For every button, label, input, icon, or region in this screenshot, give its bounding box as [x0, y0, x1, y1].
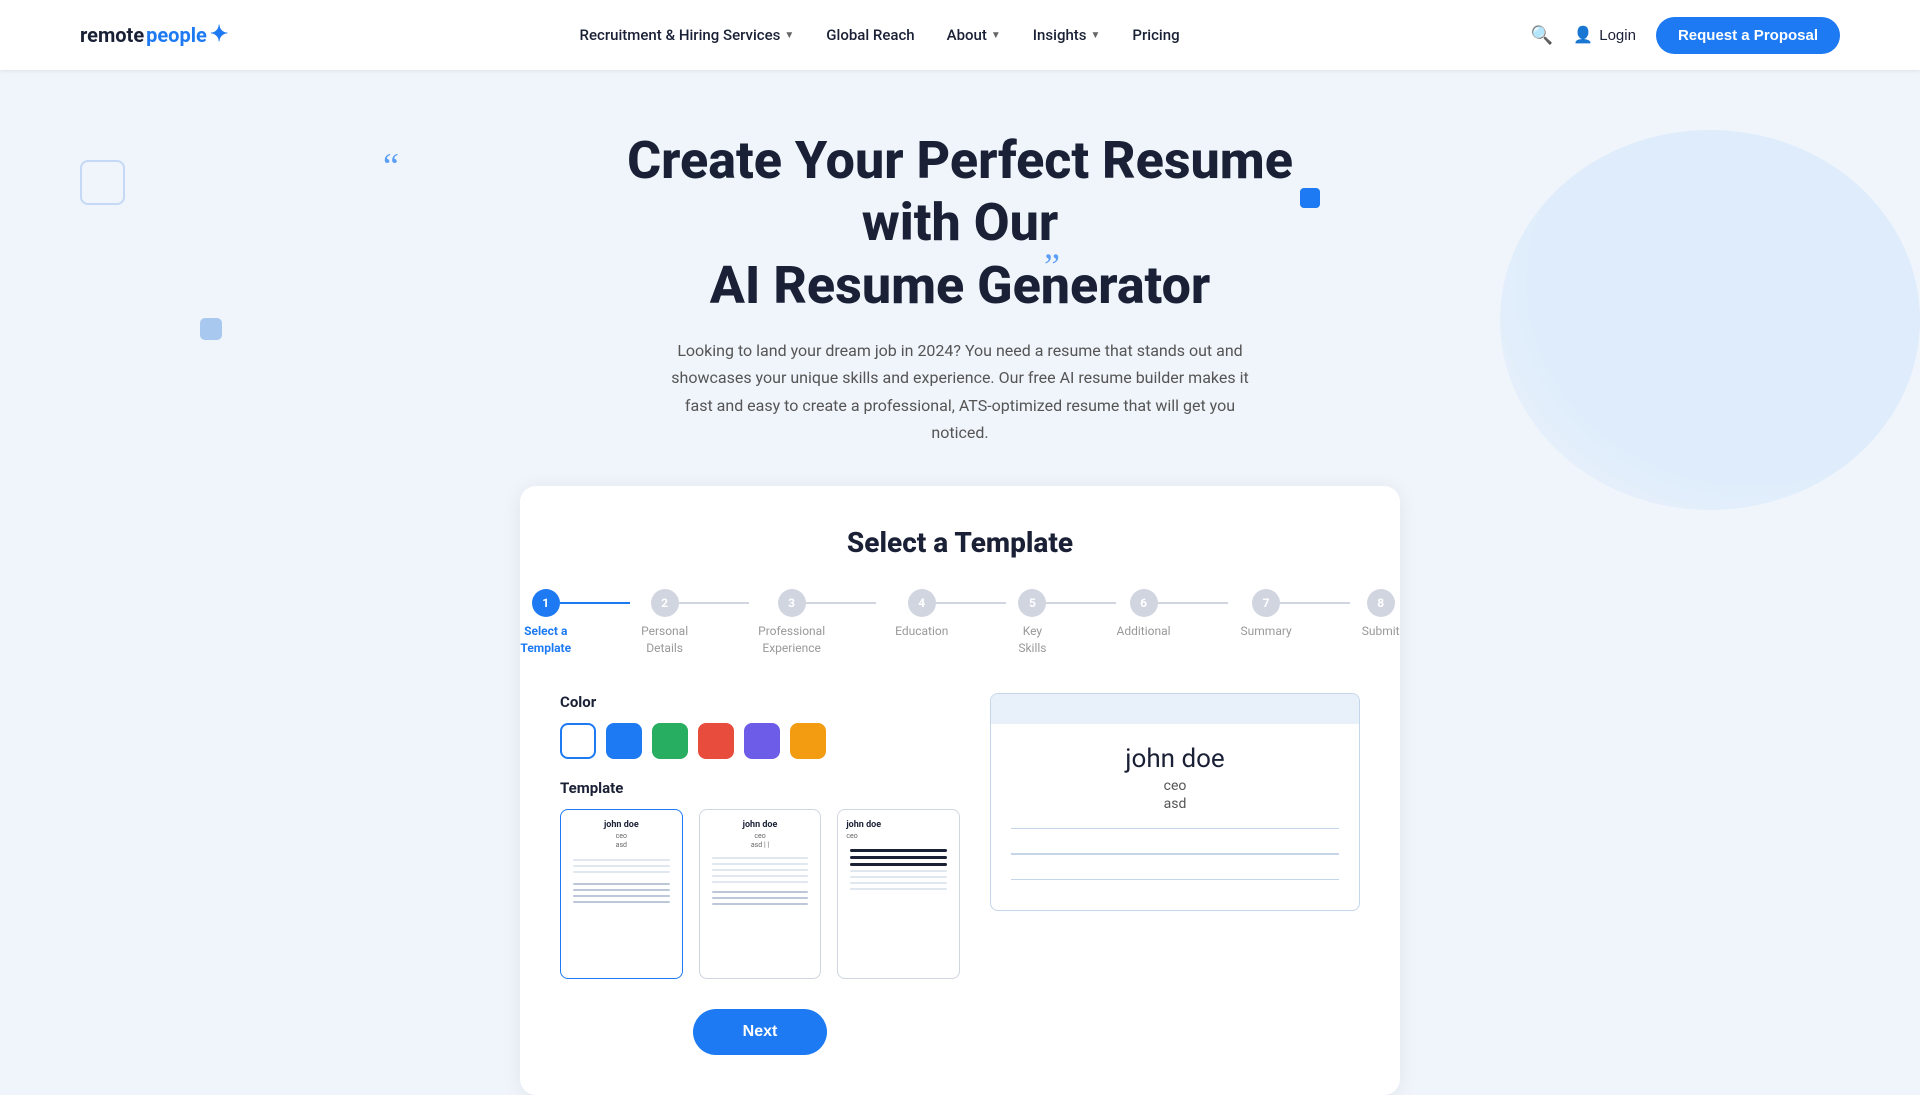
step-circle-5[interactable]: 5 — [1018, 589, 1046, 617]
nav-global[interactable]: Global Reach — [826, 26, 914, 44]
chevron-down-icon: ▼ — [1091, 30, 1101, 41]
step-circle-2[interactable]: 2 — [651, 589, 679, 617]
template-card: Select a Template 1 Select aTemplate 2 P… — [520, 486, 1400, 1095]
preview-divider-1 — [1011, 828, 1339, 830]
template-right: john doe ceo asd — [990, 693, 1360, 1055]
deco-blob — [1500, 130, 1920, 510]
step-label-2: PersonalDetails — [641, 623, 688, 657]
color-swatches — [560, 723, 960, 759]
tmpl2-sub: asd | | — [708, 841, 813, 849]
step-circle-6[interactable]: 6 — [1130, 589, 1158, 617]
template-area: Color Template john doe ceo asd — [560, 693, 1360, 1055]
template-thumb-2[interactable]: john doe ceo asd | | — [699, 809, 822, 979]
color-swatch-orange[interactable] — [790, 723, 826, 759]
hero-title: Create Your Perfect Resume with Our AI R… — [610, 130, 1310, 317]
next-button[interactable]: Next — [693, 1009, 828, 1055]
template-grid: john doe ceo asd john doe — [560, 809, 960, 979]
preview-header — [991, 694, 1359, 724]
step-label-6: Additional — [1117, 623, 1171, 640]
card-title: Select a Template — [560, 526, 1360, 559]
user-icon: 👤 — [1573, 25, 1593, 45]
color-swatch-blue[interactable] — [606, 723, 642, 759]
template-thumb-3[interactable]: john doe ceo — [837, 809, 960, 979]
nav-about[interactable]: About ▼ — [947, 26, 1001, 44]
step-label-1: Select aTemplate — [520, 623, 571, 657]
tmpl1-role: ceo — [569, 832, 674, 840]
preview-body: john doe ceo asd — [991, 724, 1359, 911]
nav-insights[interactable]: Insights ▼ — [1033, 26, 1101, 44]
step-label-8: Submit — [1362, 623, 1400, 640]
template-label: Template — [560, 779, 960, 797]
nav-pricing[interactable]: Pricing — [1132, 26, 1179, 44]
deco-square-blue — [1300, 188, 1320, 208]
template-left: Color Template john doe ceo asd — [560, 693, 960, 1055]
quote-mark-right: ” — [1044, 248, 1060, 284]
step-circle-3[interactable]: 3 — [778, 589, 806, 617]
step-4: 4 Education — [895, 589, 948, 640]
quote-mark-left: “ — [383, 148, 399, 184]
step-circle-4[interactable]: 4 — [908, 589, 936, 617]
step-3: 3 ProfessionalExperience — [758, 589, 825, 657]
hero-subtitle: Looking to land your dream job in 2024? … — [660, 337, 1260, 446]
tmpl2-role: ceo — [708, 832, 813, 840]
step-circle-7[interactable]: 7 — [1252, 589, 1280, 617]
step-6: 6 Additional — [1117, 589, 1171, 640]
template-thumb-1[interactable]: john doe ceo asd — [560, 809, 683, 979]
step-circle-8[interactable]: 8 — [1367, 589, 1395, 617]
preview-sub: asd — [1011, 796, 1339, 812]
step-8: 8 Submit — [1362, 589, 1400, 640]
logo[interactable]: remote people ✦ — [80, 23, 228, 47]
step-label-4: Education — [895, 623, 948, 640]
stepper: 1 Select aTemplate 2 PersonalDetails 3 — [560, 589, 1360, 657]
tmpl3-role: ceo — [846, 832, 951, 840]
preview-divider-3 — [1011, 879, 1339, 881]
navbar: remote people ✦ Recruitment & Hiring Ser… — [0, 0, 1920, 70]
step-label-3: ProfessionalExperience — [758, 623, 825, 657]
tmpl1-name: john doe — [569, 820, 674, 830]
chevron-down-icon: ▼ — [991, 30, 1001, 41]
tmpl1-sub: asd — [569, 841, 674, 849]
color-swatch-purple[interactable] — [744, 723, 780, 759]
chevron-down-icon: ▼ — [784, 30, 794, 41]
step-1: 1 Select aTemplate — [520, 589, 571, 657]
next-row: Next — [560, 1009, 960, 1055]
step-label-5: Key Skills — [1018, 623, 1046, 657]
nav-links: Recruitment & Hiring Services ▼ Global R… — [580, 26, 1180, 44]
nav-recruitment[interactable]: Recruitment & Hiring Services ▼ — [580, 26, 795, 44]
step-5: 5 Key Skills — [1018, 589, 1046, 657]
color-swatch-green[interactable] — [652, 723, 688, 759]
preview-divider-2 — [1011, 853, 1339, 855]
request-proposal-button[interactable]: Request a Proposal — [1656, 17, 1840, 54]
deco-square-outline — [80, 160, 125, 205]
deco-square-small — [200, 318, 222, 340]
tmpl3-name: john doe — [846, 820, 951, 830]
tmpl2-name: john doe — [708, 820, 813, 830]
nav-right: 🔍 👤 Login Request a Proposal — [1531, 17, 1840, 54]
preview-role: ceo — [1011, 778, 1339, 794]
color-swatch-red[interactable] — [698, 723, 734, 759]
step-2: 2 PersonalDetails — [641, 589, 688, 657]
hero-section: “ ” Create Your Perfect Resume with Our … — [0, 70, 1920, 486]
preview-name: john doe — [1011, 744, 1339, 774]
color-swatch-white[interactable] — [560, 723, 596, 759]
login-button[interactable]: 👤 Login — [1573, 25, 1636, 45]
step-circle-1[interactable]: 1 — [532, 589, 560, 617]
search-button[interactable]: 🔍 — [1531, 25, 1553, 46]
step-7: 7 Summary — [1241, 589, 1292, 640]
color-label: Color — [560, 693, 960, 711]
preview-pane: john doe ceo asd — [990, 693, 1360, 912]
step-label-7: Summary — [1241, 623, 1292, 640]
